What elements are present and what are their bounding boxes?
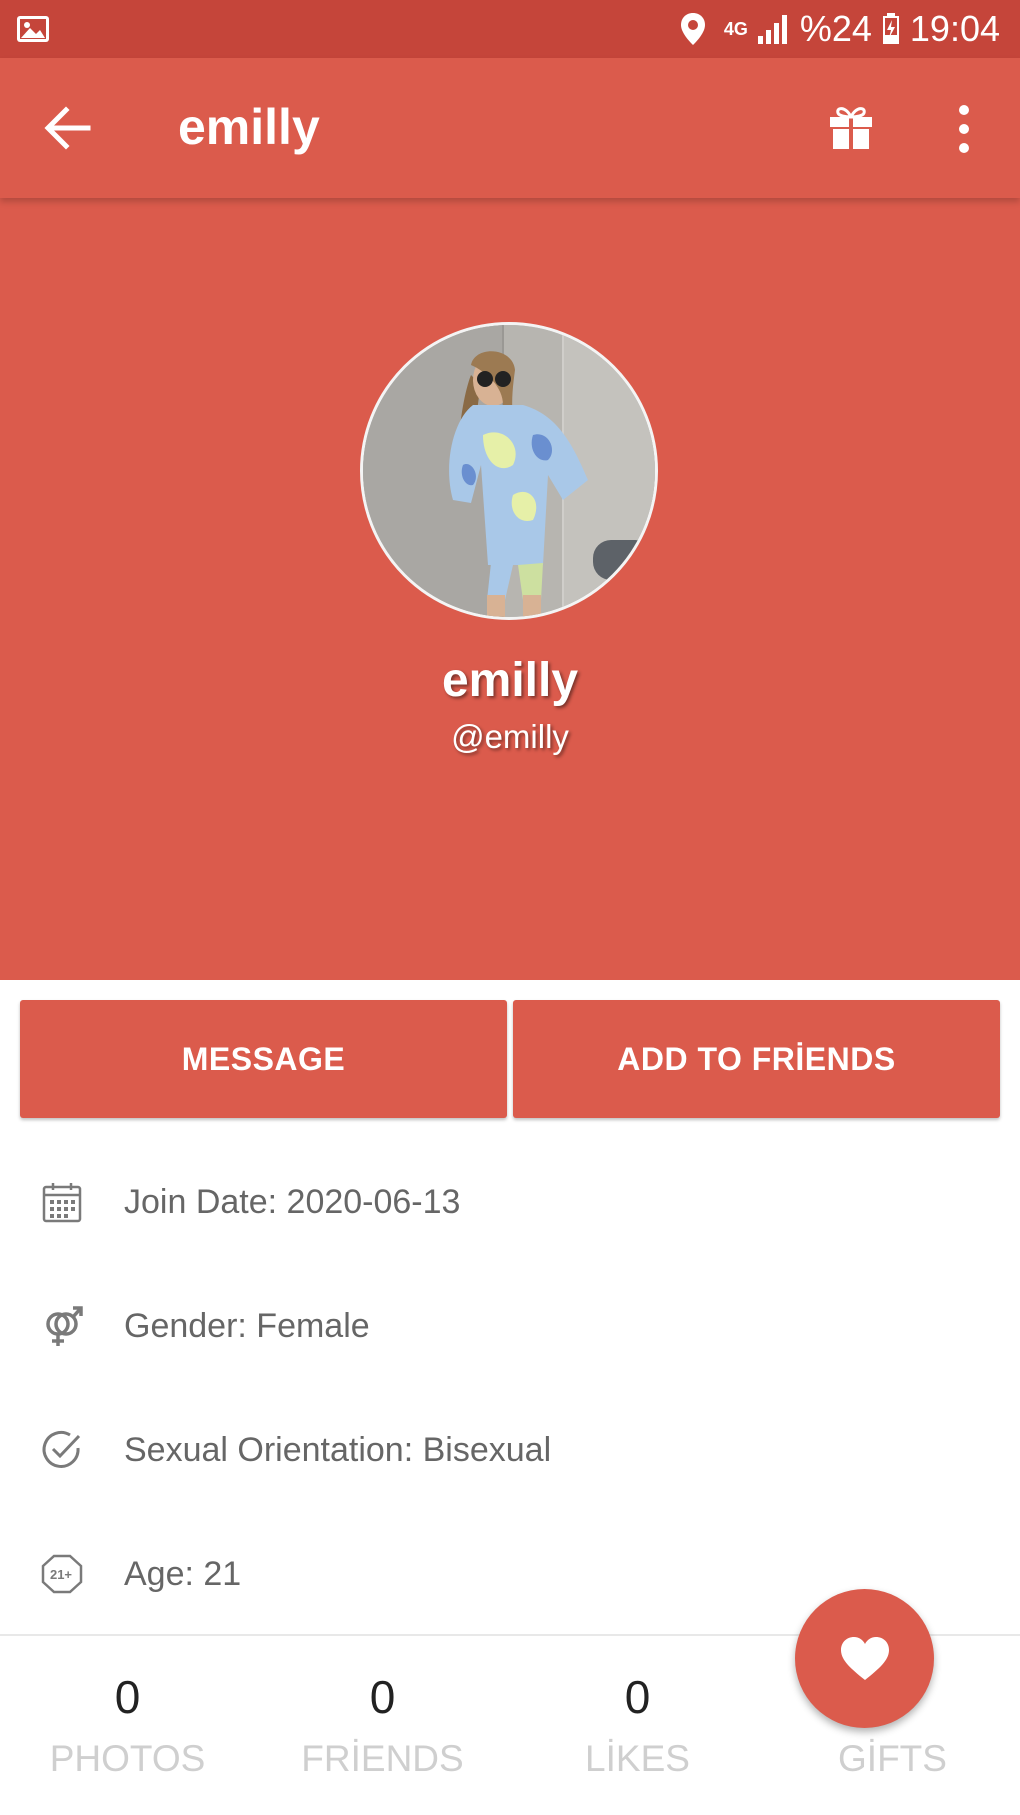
gender-text: Gender: Female	[124, 1306, 370, 1345]
app-bar: emilly	[0, 58, 1020, 198]
stat-label: GİFTS	[838, 1738, 947, 1779]
age-text: Age: 21	[124, 1554, 242, 1593]
detail-orientation: Sexual Orientation: Bisexual	[0, 1388, 1020, 1512]
svg-text:21+: 21+	[50, 1567, 72, 1582]
calendar-icon	[42, 1183, 82, 1223]
gallery-icon	[17, 16, 49, 42]
heart-icon	[840, 1636, 889, 1680]
profile-name: emilly	[441, 654, 579, 707]
stat-value: 0	[114, 1671, 141, 1723]
signal-icon	[757, 15, 787, 44]
profile-handle: @emilly	[451, 718, 569, 755]
like-button[interactable]	[795, 1589, 934, 1728]
gender-icon	[46, 1306, 83, 1346]
more-vert-icon[interactable]	[954, 104, 974, 154]
stat-label: LİKES	[585, 1738, 690, 1779]
stat-value: 0	[369, 1671, 396, 1723]
stat-friends[interactable]: 0 FRİENDS	[255, 1636, 510, 1815]
stat-label: FRİENDS	[301, 1738, 464, 1779]
battery-icon	[882, 13, 899, 44]
add-to-friends-button[interactable]: ADD TO FRİENDS	[513, 1000, 1000, 1118]
age-21-icon: 21+	[41, 1554, 83, 1594]
detail-gender: Gender: Female	[0, 1264, 1020, 1388]
stat-likes[interactable]: 0 LİKES	[510, 1636, 765, 1815]
check-circle-icon	[42, 1430, 81, 1468]
status-bar: 4G %24 19:04	[0, 0, 1020, 58]
stat-photos[interactable]: 0 PHOTOS	[0, 1636, 255, 1815]
back-arrow-icon[interactable]	[44, 106, 92, 150]
stat-label: PHOTOS	[49, 1738, 206, 1779]
battery-percent: %24	[799, 8, 872, 49]
stat-value: 0	[624, 1671, 651, 1723]
location-icon	[680, 13, 705, 45]
page-title: emilly	[178, 99, 320, 155]
network-type: 4G	[723, 18, 748, 39]
avatar[interactable]	[360, 322, 658, 620]
join-date-text: Join Date: 2020-06-13	[124, 1182, 461, 1221]
clock: 19:04	[909, 8, 1000, 49]
detail-join-date: Join Date: 2020-06-13	[0, 1140, 1020, 1264]
profile-header: emilly @emilly	[0, 198, 1020, 980]
orientation-text: Sexual Orientation: Bisexual	[124, 1430, 552, 1469]
message-button[interactable]: MESSAGE	[20, 1000, 507, 1118]
gift-icon[interactable]	[828, 104, 874, 150]
